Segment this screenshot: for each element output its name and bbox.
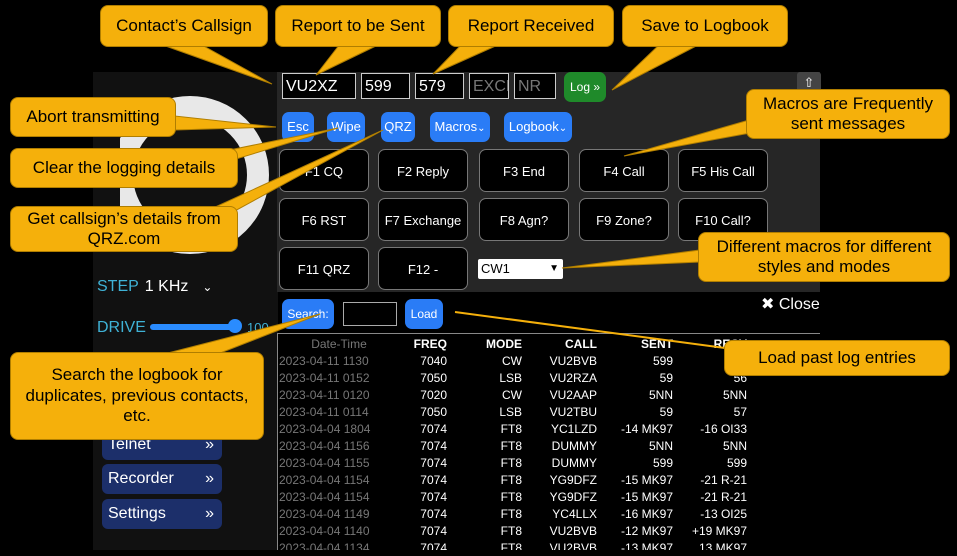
callout-qrz: Get callsign’s details from QRZ.com	[10, 206, 238, 252]
callout-report-received: Report Received	[448, 5, 614, 47]
callout-callsign: Contact’s Callsign	[100, 5, 268, 47]
callout-diff-macros: Different macros for different styles an…	[698, 232, 950, 282]
callout-macros-info: Macros are Frequently sent messages	[746, 89, 950, 139]
callout-clear: Clear the logging details	[10, 148, 238, 188]
callout-report-sent: Report to be Sent	[275, 5, 441, 47]
callout-save: Save to Logbook	[622, 5, 788, 47]
callout-load-past: Load past log entries	[724, 340, 950, 376]
callout-search-info: Search the logbook for duplicates, previ…	[10, 352, 264, 440]
callout-abort: Abort transmitting	[10, 97, 176, 137]
